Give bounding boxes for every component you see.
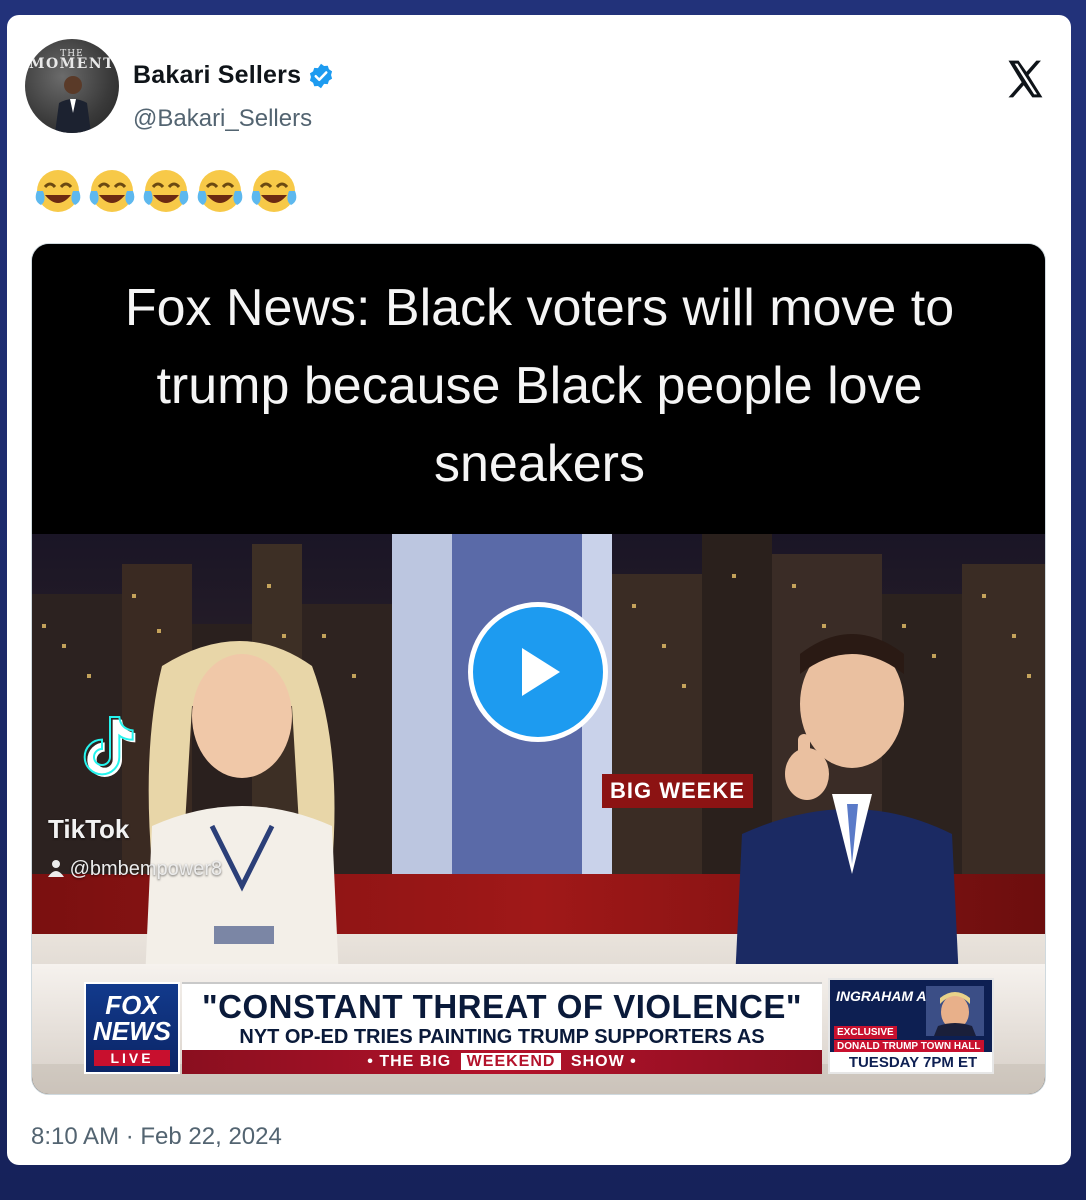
tweet-card[interactable]: THE MOMENT Bakari Sellers @Bakari_Seller… — [7, 15, 1071, 1165]
promo-portrait — [926, 986, 984, 1036]
fox-news-logo: FOX NEWS LIVE — [84, 982, 180, 1074]
live-badge: LIVE — [94, 1050, 170, 1066]
tweet-text: 😂😂😂😂😂 — [33, 167, 299, 217]
fox-logo-top: FOX — [105, 990, 159, 1020]
lower-third-graphic: FOX NEWS LIVE "CONSTANT THREAT OF VIOLEN… — [32, 978, 1045, 1094]
video-media[interactable]: Fox News: Black voters will move to trum… — [31, 243, 1046, 1095]
tweet-timestamp[interactable]: 8:10 AM · Feb 22, 2024 — [31, 1123, 282, 1151]
play-button[interactable] — [468, 602, 608, 742]
video-caption: Fox News: Black voters will move to trum… — [32, 244, 1045, 534]
avatar-person-icon — [55, 76, 91, 133]
tears-of-joy-icon — [89, 170, 135, 212]
video-frame[interactable]: BIG WEEKE TikTok @bmbempower8 FOX NEWS L… — [32, 534, 1045, 1094]
tears-of-joy-icon — [35, 170, 81, 212]
display-name[interactable]: Bakari Sellers — [133, 61, 301, 90]
promo-exclusive: EXCLUSIVE — [834, 1026, 897, 1039]
avatar[interactable]: THE MOMENT — [25, 39, 119, 133]
x-logo-icon[interactable] — [1003, 57, 1047, 101]
caption-text: Fox News: Black voters will move to trum… — [124, 279, 955, 493]
promo-time: TUESDAY 7PM ET — [830, 1052, 992, 1072]
user-handle[interactable]: @Bakari_Sellers — [133, 105, 312, 133]
play-icon — [522, 648, 560, 696]
show-name-bar: • THE BIG WEEKEND SHOW • — [182, 1050, 822, 1074]
tiktok-app-name: TikTok — [48, 814, 130, 844]
show-promo-box: INGRAHAM ANGLE EXCLUSIVE DONALD TRUMP TO… — [828, 978, 994, 1074]
avatar-book-title: THE MOMENT — [28, 49, 116, 72]
tiktok-logo-icon — [83, 716, 136, 777]
verified-badge-icon — [310, 63, 333, 88]
tears-of-joy-icon — [143, 170, 189, 212]
user-icon — [48, 860, 64, 877]
tweet-header: THE MOMENT Bakari Sellers @Bakari_Seller… — [25, 37, 1055, 137]
chyron-headline: "CONSTANT THREAT OF VIOLENCE" — [201, 988, 803, 1025]
tiktok-username: @bmbempower8 — [48, 858, 222, 881]
tears-of-joy-icon — [197, 170, 243, 212]
fox-logo-bottom: NEWS — [93, 1016, 171, 1046]
name-row: Bakari Sellers — [133, 61, 335, 90]
tiktok-username-text: @bmbempower8 — [69, 858, 223, 880]
tears-of-joy-icon — [251, 170, 297, 212]
